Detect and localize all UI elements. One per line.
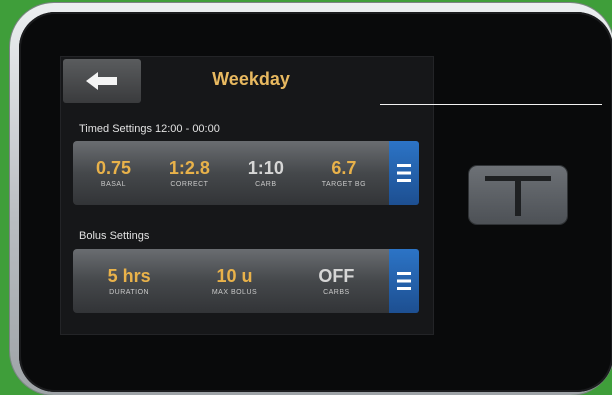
basal-setting: 0.75 BASAL xyxy=(96,158,131,188)
back-button[interactable] xyxy=(63,59,141,103)
correct-value: 1:2.8 xyxy=(168,158,210,178)
carbs-label: CARBS xyxy=(323,289,350,296)
max-bolus-label: MAX BOLUS xyxy=(211,289,258,296)
pump-screen: Weekday Timed Settings 12:00 - 00:00 0.7… xyxy=(61,57,433,334)
carb-label: CARB xyxy=(255,181,277,188)
carb-value: 1:10 xyxy=(247,158,284,178)
bolus-settings-row[interactable]: 5 hrs DURATION 10 u MAX BOLUS OFF CARBS xyxy=(73,249,419,313)
target-bg-setting: 6.7 TARGET BG xyxy=(322,158,366,188)
carbs-value: OFF xyxy=(318,266,355,286)
correct-label: CORRECT xyxy=(170,181,209,188)
basal-value: 0.75 xyxy=(95,158,131,178)
bolus-settings-menu-button[interactable] xyxy=(389,249,419,313)
menu-icon xyxy=(397,164,411,182)
target-bg-value: 6.7 xyxy=(331,158,357,178)
max-bolus-setting: 10 u MAX BOLUS xyxy=(212,266,257,296)
back-arrow-icon xyxy=(86,72,117,90)
bolus-settings-label: Bolus Settings xyxy=(79,230,150,242)
bolus-settings-values[interactable]: 5 hrs DURATION 10 u MAX BOLUS OFF CARBS xyxy=(73,249,389,313)
target-bg-label: TARGET BG xyxy=(321,181,367,188)
duration-label: DURATION xyxy=(109,289,150,296)
home-button[interactable] xyxy=(469,166,567,224)
max-bolus-value: 10 u xyxy=(216,266,253,286)
basal-label: BASAL xyxy=(100,181,126,188)
page-title: Weekday xyxy=(212,69,290,89)
carbs-setting: OFF CARBS xyxy=(318,266,354,296)
correct-setting: 1:2.8 CORRECT xyxy=(169,158,210,188)
carb-setting: 1:10 CARB xyxy=(248,158,284,188)
timed-settings-menu-button[interactable] xyxy=(389,141,419,205)
timed-settings-row[interactable]: 0.75 BASAL 1:2.8 CORRECT 1:10 CARB 6.7 T… xyxy=(73,141,419,205)
menu-icon xyxy=(397,272,411,290)
duration-value: 5 hrs xyxy=(107,266,151,286)
callout-line xyxy=(380,104,602,105)
home-t-icon xyxy=(485,176,551,216)
timed-settings-label: Timed Settings 12:00 - 00:00 xyxy=(79,123,220,135)
duration-setting: 5 hrs DURATION xyxy=(108,266,151,296)
timed-settings-values[interactable]: 0.75 BASAL 1:2.8 CORRECT 1:10 CARB 6.7 T… xyxy=(73,141,389,205)
